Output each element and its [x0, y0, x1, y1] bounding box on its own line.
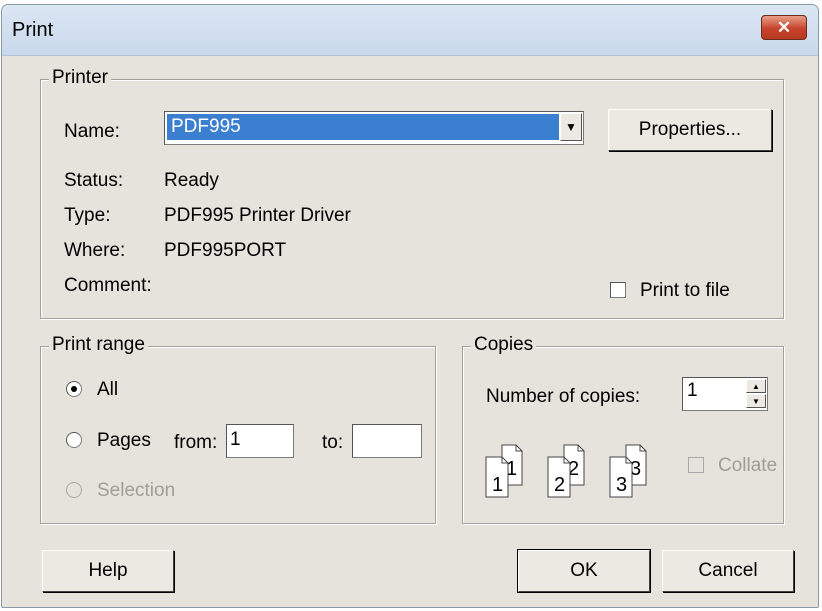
radio-all-label[interactable]: All	[97, 379, 118, 401]
print-to-file-label[interactable]: Print to file	[640, 280, 730, 302]
printer-name-dropdown[interactable]: PDF995 ▼	[164, 111, 584, 145]
properties-button[interactable]: Properties...	[608, 109, 772, 151]
help-button[interactable]: Help	[42, 550, 174, 592]
ok-button[interactable]: OK	[517, 549, 651, 593]
radio-selection[interactable]	[66, 482, 82, 498]
copies-spinner[interactable]: 1 ▲ ▼	[682, 377, 768, 411]
print-to-file-checkbox[interactable]	[610, 282, 626, 298]
collate-label[interactable]: Collate	[718, 455, 777, 477]
collate-checkbox[interactable]	[688, 457, 704, 473]
chevron-down-icon[interactable]: ▼	[560, 113, 582, 141]
where-value: PDF995PORT	[164, 240, 287, 261]
radio-pages[interactable]	[66, 432, 82, 448]
radio-pages-label[interactable]: Pages	[97, 430, 151, 452]
copies-group-label: Copies	[471, 334, 537, 356]
printer-name-value: PDF995	[167, 114, 559, 140]
comment-label: Comment:	[64, 275, 152, 296]
radio-all[interactable]	[66, 381, 82, 397]
printer-group-label: Printer	[49, 67, 111, 89]
status-label: Status:	[64, 170, 124, 191]
name-label: Name:	[64, 121, 120, 142]
type-label: Type:	[64, 205, 111, 226]
collate-icon: 1 1 2 2 3 3	[485, 444, 647, 498]
page-from-input[interactable]: 1	[226, 424, 294, 458]
print-range-group-label: Print range	[49, 334, 148, 356]
from-label: from:	[174, 432, 218, 453]
copies-value: 1	[687, 380, 698, 401]
spin-down-icon[interactable]: ▼	[746, 394, 766, 408]
print-dialog: Print ✕ Printer Name: PDF995 ▼ Propertie…	[1, 4, 819, 608]
number-of-copies-label: Number of copies:	[486, 386, 641, 407]
close-icon[interactable]: ✕	[761, 15, 807, 40]
radio-selection-label[interactable]: Selection	[97, 480, 175, 502]
page-to-input[interactable]	[352, 424, 422, 458]
dialog-title: Print	[12, 19, 54, 41]
where-label: Where:	[64, 240, 126, 261]
status-value: Ready	[164, 170, 219, 191]
to-label: to:	[322, 432, 344, 453]
cancel-button[interactable]: Cancel	[662, 550, 794, 592]
spin-up-icon[interactable]: ▲	[746, 379, 766, 393]
type-value: PDF995 Printer Driver	[164, 205, 351, 226]
collate-page-2a: 2	[554, 474, 565, 496]
collate-page-3a: 3	[616, 474, 627, 496]
collate-page-1a: 1	[492, 474, 503, 496]
title-bar[interactable]: Print ✕	[2, 5, 818, 56]
